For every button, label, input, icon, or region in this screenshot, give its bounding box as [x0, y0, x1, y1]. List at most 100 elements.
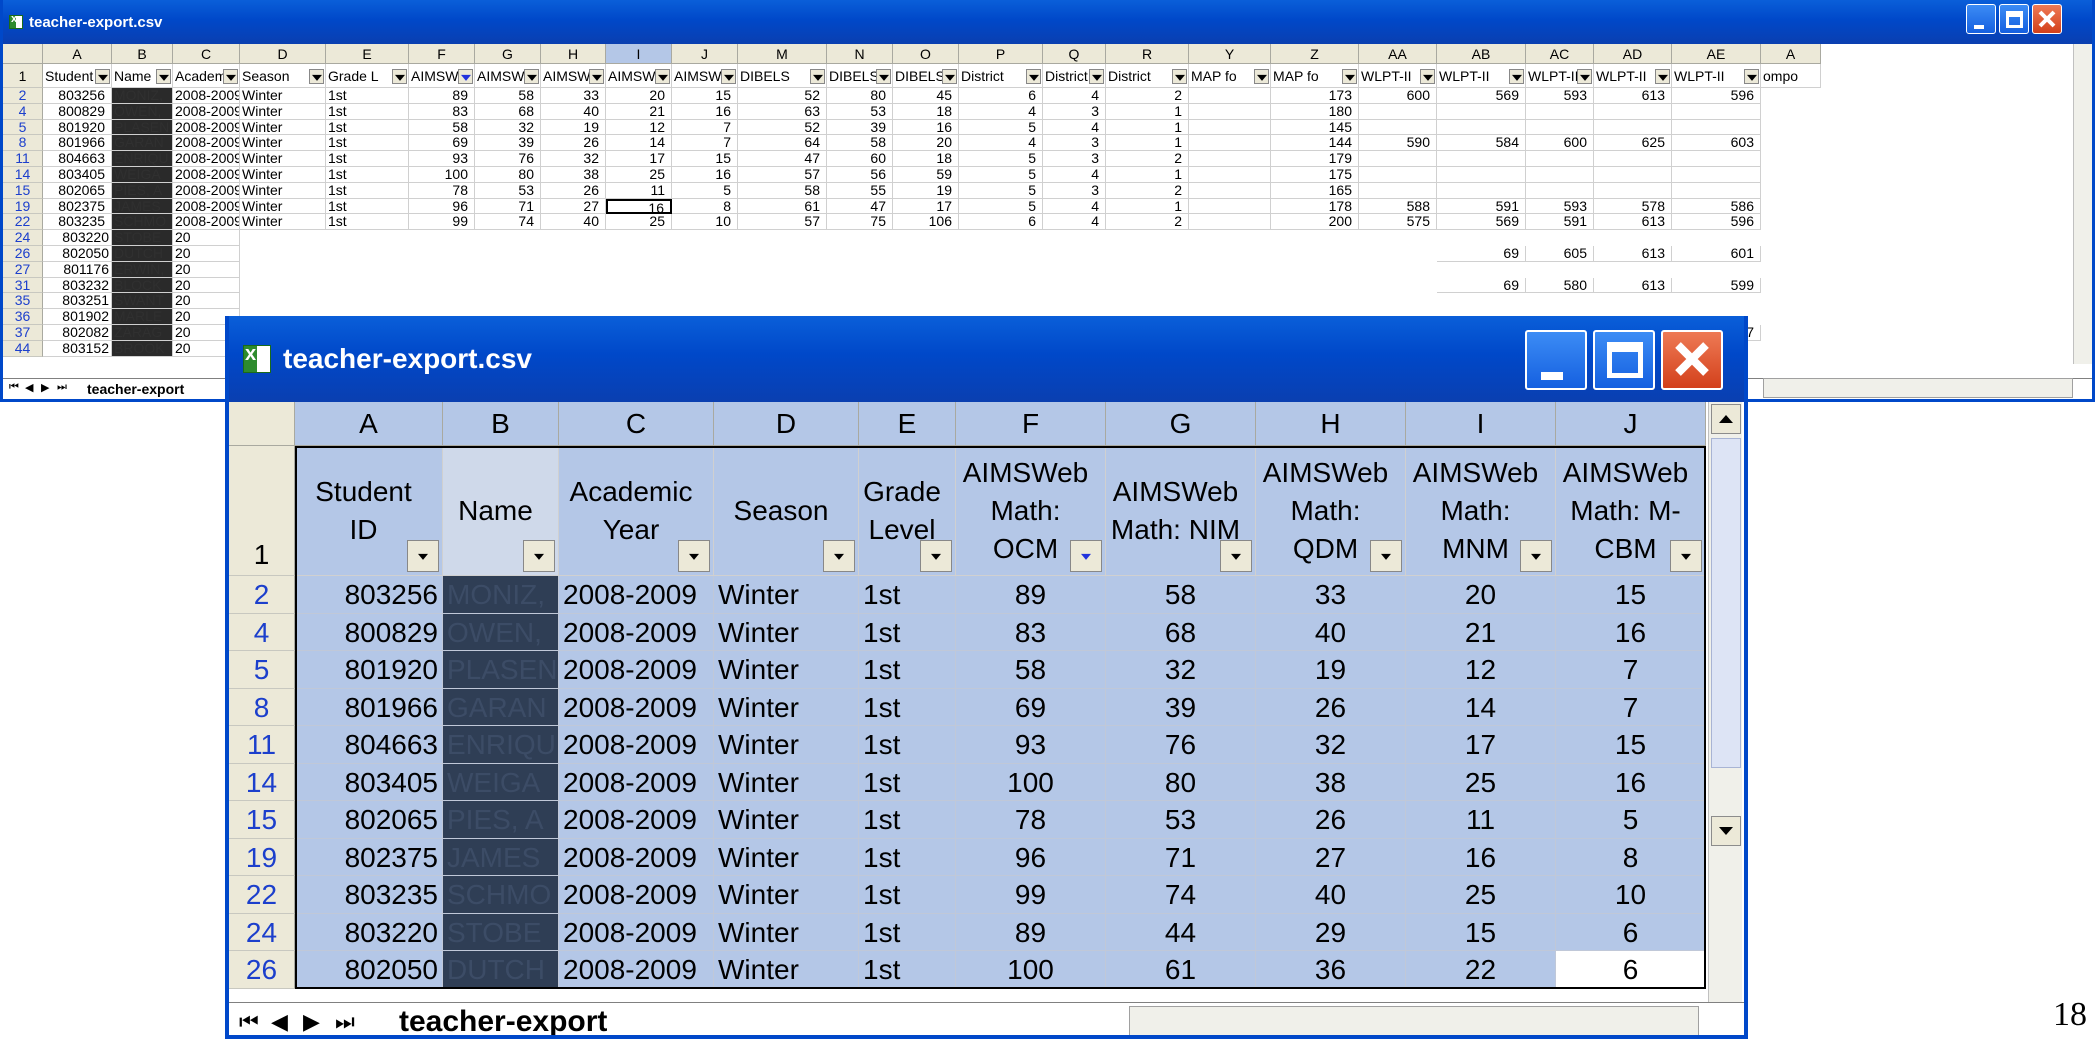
data-cell[interactable]: 2008-2009	[173, 151, 240, 167]
data-cell[interactable]: 47	[738, 151, 827, 167]
front-row-header[interactable]: 11	[229, 726, 295, 764]
data-cell[interactable]: Winter	[240, 167, 326, 183]
last-sheet-icon[interactable]: ⏭	[57, 381, 67, 394]
data-cell[interactable]: 3	[1043, 103, 1106, 120]
back-minimize-button[interactable]	[1966, 4, 1996, 34]
data-cell[interactable]: 2008-2009	[173, 135, 240, 152]
data-cell[interactable]: 14	[606, 135, 672, 152]
data-cell[interactable]: 26	[1256, 801, 1406, 839]
data-cell[interactable]: 16	[1556, 763, 1706, 801]
data-cell[interactable]	[1526, 103, 1594, 120]
name-cell[interactable]: JAMES	[112, 198, 173, 215]
data-cell[interactable]	[1437, 119, 1526, 136]
data-cell[interactable]: 96	[956, 838, 1106, 876]
data-cell[interactable]: Winter	[240, 135, 326, 152]
front-row-header[interactable]: 19	[229, 838, 295, 876]
data-cell[interactable]: 89	[956, 576, 1106, 614]
name-cell[interactable]: SWANT	[112, 293, 173, 310]
data-cell[interactable]: 29	[1256, 913, 1406, 951]
data-cell[interactable]: 93	[409, 151, 475, 167]
next-sheet-icon[interactable]: ▶	[303, 1009, 320, 1035]
data-cell[interactable]: 803232	[43, 277, 112, 294]
data-cell[interactable]: 801176	[43, 261, 112, 278]
front-select-all-corner[interactable]	[229, 402, 295, 446]
back-row-header[interactable]: 35	[3, 293, 43, 310]
data-cell[interactable]: 93	[956, 726, 1106, 764]
data-cell[interactable]: 26	[1256, 688, 1406, 726]
data-cell[interactable]: 801966	[295, 688, 443, 726]
data-cell[interactable]: 38	[1256, 763, 1406, 801]
data-cell[interactable]: 45	[893, 88, 959, 104]
data-cell[interactable]: Winter	[714, 688, 859, 726]
data-cell[interactable]: 803405	[295, 763, 443, 801]
data-cell[interactable]: 20	[173, 293, 240, 310]
data-cell[interactable]: 803235	[295, 876, 443, 914]
back-col-header-AD[interactable]: AD	[1594, 44, 1672, 64]
filter-dropdown-icon[interactable]	[1254, 69, 1269, 84]
data-cell[interactable]: 39	[475, 135, 541, 152]
data-cell[interactable]: 4	[1043, 214, 1106, 231]
back-close-button[interactable]	[2032, 4, 2062, 34]
name-cell[interactable]: MARLE	[112, 309, 173, 325]
data-cell[interactable]: 1st	[326, 88, 409, 104]
filter-dropdown-icon[interactable]	[1655, 69, 1670, 84]
data-cell[interactable]: 2008-2009	[559, 801, 714, 839]
data-cell[interactable]	[1594, 182, 1672, 199]
data-cell[interactable]: 4	[1043, 167, 1106, 183]
data-cell[interactable]: 625	[1594, 135, 1672, 152]
back-row-header[interactable]: 22	[3, 214, 43, 231]
filter-dropdown-icon[interactable]	[823, 540, 855, 572]
data-cell[interactable]: 100	[409, 167, 475, 183]
data-cell[interactable]: Winter	[240, 214, 326, 231]
name-cell[interactable]: PLASEN	[443, 651, 559, 689]
name-cell[interactable]: ENRIQU	[443, 726, 559, 764]
data-cell[interactable]: 21	[606, 103, 672, 120]
data-cell[interactable]: 591	[1437, 198, 1526, 215]
data-cell[interactable]: 580	[1526, 277, 1594, 294]
front-col-header-G[interactable]: G	[1106, 402, 1256, 446]
data-cell[interactable]	[1594, 119, 1672, 136]
data-cell[interactable]: 2	[1106, 88, 1189, 104]
data-cell[interactable]: 145	[1271, 119, 1359, 136]
data-cell[interactable]: 802065	[295, 801, 443, 839]
data-cell[interactable]: 5	[959, 151, 1043, 167]
data-cell[interactable]: 569	[1437, 214, 1526, 231]
data-cell[interactable]	[1189, 119, 1271, 136]
data-cell[interactable]: Winter	[240, 198, 326, 215]
back-row-header[interactable]: 11	[3, 151, 43, 167]
data-cell[interactable]: 15	[1406, 913, 1556, 951]
data-cell[interactable]: 55	[827, 182, 893, 199]
data-cell[interactable]: 71	[475, 198, 541, 215]
back-col-header-M[interactable]: M	[738, 44, 827, 64]
data-cell[interactable]: 52	[738, 119, 827, 136]
filter-dropdown-icon[interactable]	[678, 540, 710, 572]
data-cell[interactable]	[1437, 182, 1526, 199]
name-cell[interactable]: SCHMO	[443, 876, 559, 914]
data-cell[interactable]: 26	[541, 182, 606, 199]
data-cell[interactable]	[1594, 103, 1672, 120]
front-row-header[interactable]: 24	[229, 913, 295, 951]
data-cell[interactable]	[1189, 88, 1271, 104]
data-cell[interactable]: 1st	[859, 576, 956, 614]
filter-dropdown-icon[interactable]	[1744, 69, 1759, 84]
data-cell[interactable]: 801920	[43, 119, 112, 136]
front-row-header[interactable]: 15	[229, 801, 295, 839]
back-col-header-Q[interactable]: Q	[1043, 44, 1106, 64]
data-cell[interactable]: 605	[1526, 246, 1594, 262]
back-row-header[interactable]: 44	[3, 340, 43, 357]
data-cell[interactable]: 1st	[859, 651, 956, 689]
data-cell[interactable]: 69	[409, 135, 475, 152]
back-col-header-AA[interactable]: AA	[1359, 44, 1437, 64]
data-cell[interactable]: 1st	[326, 151, 409, 167]
data-cell[interactable]: 80	[475, 167, 541, 183]
data-cell[interactable]: 80	[1106, 763, 1256, 801]
data-cell[interactable]: 613	[1594, 214, 1672, 231]
data-cell[interactable]: 58	[1106, 576, 1256, 614]
front-row-header[interactable]: 2	[229, 576, 295, 614]
data-cell[interactable]: 68	[475, 103, 541, 120]
filter-dropdown-icon[interactable]	[1420, 69, 1435, 84]
data-cell[interactable]: 5	[959, 119, 1043, 136]
data-cell[interactable]	[1672, 151, 1761, 167]
filter-dropdown-icon[interactable]	[392, 69, 407, 84]
data-cell[interactable]: 99	[956, 876, 1106, 914]
